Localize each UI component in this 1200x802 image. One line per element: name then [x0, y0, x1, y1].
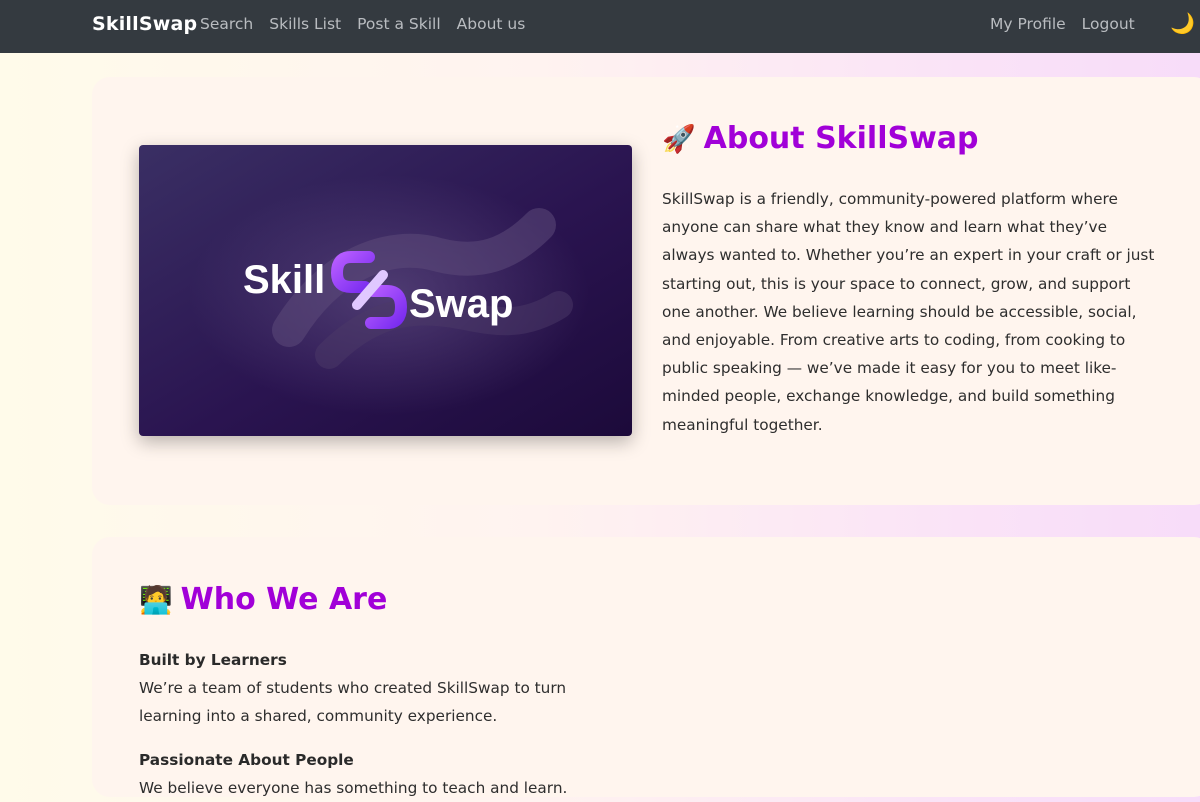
who-we-are-title: 🧑‍💻 Who We Are: [139, 582, 387, 617]
nav-links-right: My Profile Logout: [990, 15, 1135, 33]
skillswap-hero-image: Skill Swap: [139, 145, 632, 436]
nav-link-my-profile[interactable]: My Profile: [990, 15, 1066, 33]
who-block-text: We believe everyone has something to tea…: [139, 779, 568, 797]
about-card: Skill Swap 🚀 About SkillSwap SkillSwap is…: [92, 77, 1200, 505]
about-description: SkillSwap is a friendly, community-power…: [662, 190, 1155, 434]
nav-links-left: Search Skills List Post a Skill About us: [200, 15, 525, 33]
nav-link-logout[interactable]: Logout: [1082, 15, 1135, 33]
logo-skill-text: Skill: [243, 258, 325, 302]
who-block-learners: Built by Learners We’re a team of studen…: [139, 646, 609, 730]
who-we-are-title-text: Who We Are: [180, 582, 388, 617]
who-block-heading: Built by Learners: [139, 651, 287, 669]
who-block-heading: Passionate About People: [139, 751, 354, 769]
who-block-people: Passionate About People We believe every…: [139, 746, 609, 802]
who-we-are-card: 🧑‍💻 Who We Are Built by Learners We’re a …: [92, 537, 1200, 797]
technologist-icon: 🧑‍💻: [139, 585, 173, 616]
who-block-text: We’re a team of students who created Ski…: [139, 679, 567, 725]
brand-logo-link[interactable]: SkillSwap: [92, 13, 197, 35]
about-title: 🚀 About SkillSwap: [662, 121, 979, 156]
moon-icon[interactable]: 🌙: [1170, 11, 1195, 35]
nav-link-post-skill[interactable]: Post a Skill: [357, 15, 441, 33]
logo-swap-text: Swap: [409, 282, 513, 326]
nav-link-search[interactable]: Search: [200, 15, 253, 33]
nav-link-about-us[interactable]: About us: [457, 15, 526, 33]
rocket-icon: 🚀: [662, 124, 696, 155]
top-navbar: SkillSwap Search Skills List Post a Skil…: [0, 0, 1200, 53]
about-title-text: About SkillSwap: [703, 121, 979, 156]
nav-link-skills-list[interactable]: Skills List: [269, 15, 341, 33]
